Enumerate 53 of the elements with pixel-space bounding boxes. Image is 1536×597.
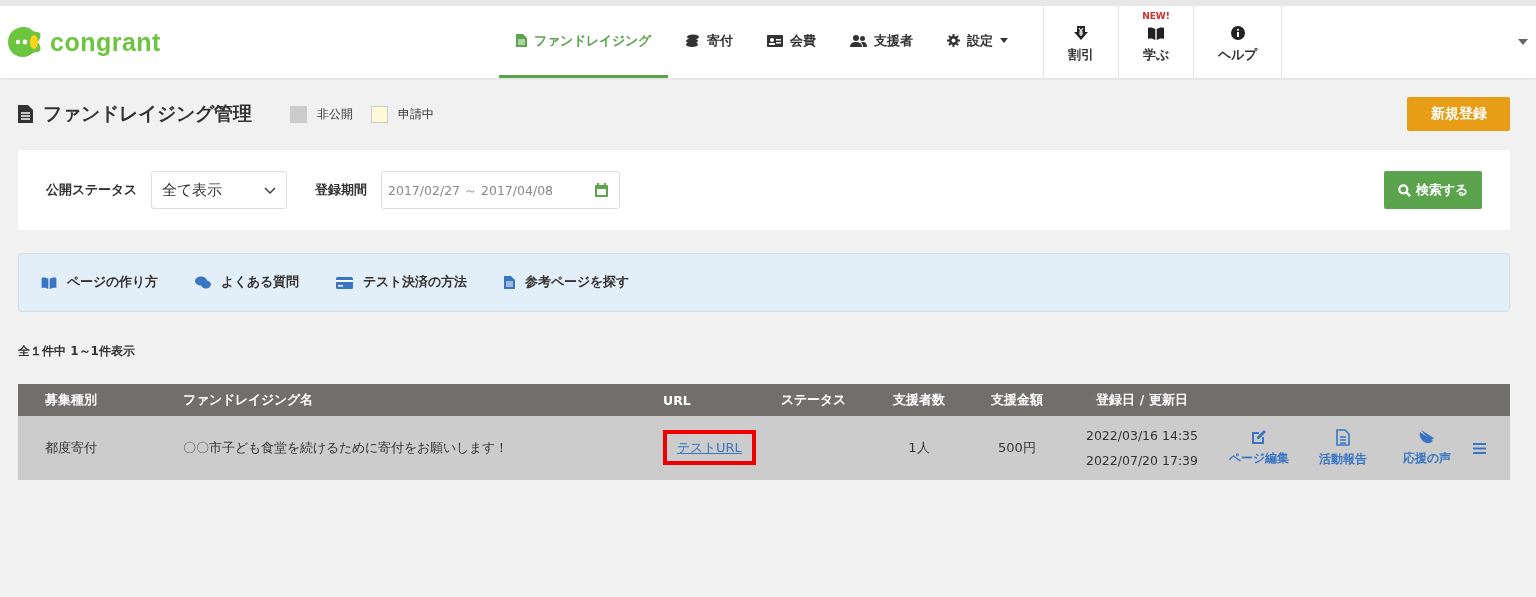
column-header: 募集種別 bbox=[45, 391, 98, 409]
column-header: 支援者数 bbox=[892, 391, 946, 409]
document-icon bbox=[516, 34, 527, 47]
credit-card-icon bbox=[336, 276, 353, 289]
users-icon bbox=[850, 34, 867, 47]
legend-label: 非公開 bbox=[317, 105, 353, 123]
table-cell-text: 都度寄付 bbox=[45, 439, 98, 457]
help-link[interactable]: テスト決済の方法 bbox=[336, 274, 467, 291]
column-header: ステータス bbox=[781, 391, 847, 409]
table-cell-text: 500円 bbox=[997, 439, 1037, 457]
result-count: 全１件中 1～1件表示 bbox=[18, 343, 136, 360]
menu-icon[interactable] bbox=[1473, 442, 1486, 454]
nav-tab[interactable]: 会費 bbox=[750, 6, 833, 78]
updated-date: 2022/07/20 17:39 bbox=[1085, 453, 1198, 468]
filter-label: 登録期間 bbox=[315, 181, 367, 199]
help-link[interactable]: ページの作り方 bbox=[41, 274, 158, 291]
nav-block-button[interactable]: 割引 bbox=[1043, 6, 1118, 78]
column-header: ファンドレイジング名 bbox=[183, 391, 314, 409]
legend-label: 申請中 bbox=[398, 105, 434, 123]
nav-block-button[interactable]: NEW! 学ぶ bbox=[1118, 6, 1193, 78]
filter-label: 公開ステータス bbox=[46, 181, 137, 199]
chat-icon bbox=[195, 276, 211, 289]
table-cell-text: 〇〇市子ども食堂を続けるために寄付をお願いします！ bbox=[183, 439, 509, 457]
help-link[interactable]: よくある質問 bbox=[195, 274, 299, 291]
document-icon bbox=[1336, 428, 1350, 446]
book-icon bbox=[41, 276, 57, 289]
caret-icon[interactable] bbox=[1518, 39, 1528, 45]
help-link[interactable]: 参考ページを探す bbox=[504, 274, 629, 291]
calendar-icon bbox=[595, 183, 608, 197]
nav-tab[interactable]: 支援者 bbox=[833, 6, 930, 78]
coins-icon bbox=[685, 34, 700, 47]
info-icon bbox=[1230, 26, 1245, 40]
edit-icon bbox=[1251, 429, 1267, 445]
column-header: 支援金額 bbox=[990, 391, 1044, 409]
new-label: NEW! bbox=[1142, 11, 1170, 21]
chevron-down-icon bbox=[264, 186, 276, 194]
created-date: 2022/03/16 14:35 bbox=[1085, 428, 1198, 443]
document-icon bbox=[18, 105, 33, 123]
document-icon bbox=[504, 276, 515, 289]
id-card-icon bbox=[767, 34, 783, 47]
book-icon bbox=[1148, 26, 1164, 40]
nav-tab[interactable]: 設定 bbox=[930, 6, 1025, 78]
date-range-field[interactable]: 2017/02/27 ～ 2017/04/08 bbox=[381, 171, 620, 209]
status-select[interactable]: 全て表示 bbox=[151, 171, 287, 209]
column-header: 登録日 / 更新日 bbox=[1095, 391, 1189, 409]
page-title: ファンドレイジング管理 bbox=[43, 101, 252, 126]
yen-download-icon bbox=[1074, 26, 1088, 40]
settings-icon bbox=[947, 34, 960, 47]
table-cell-text: 1人 bbox=[907, 439, 931, 457]
nav-block-button[interactable]: ヘルプ bbox=[1193, 6, 1281, 78]
nav-tab[interactable]: 寄付 bbox=[668, 6, 750, 78]
column-header: URL bbox=[663, 392, 692, 408]
search-icon bbox=[1398, 183, 1411, 197]
